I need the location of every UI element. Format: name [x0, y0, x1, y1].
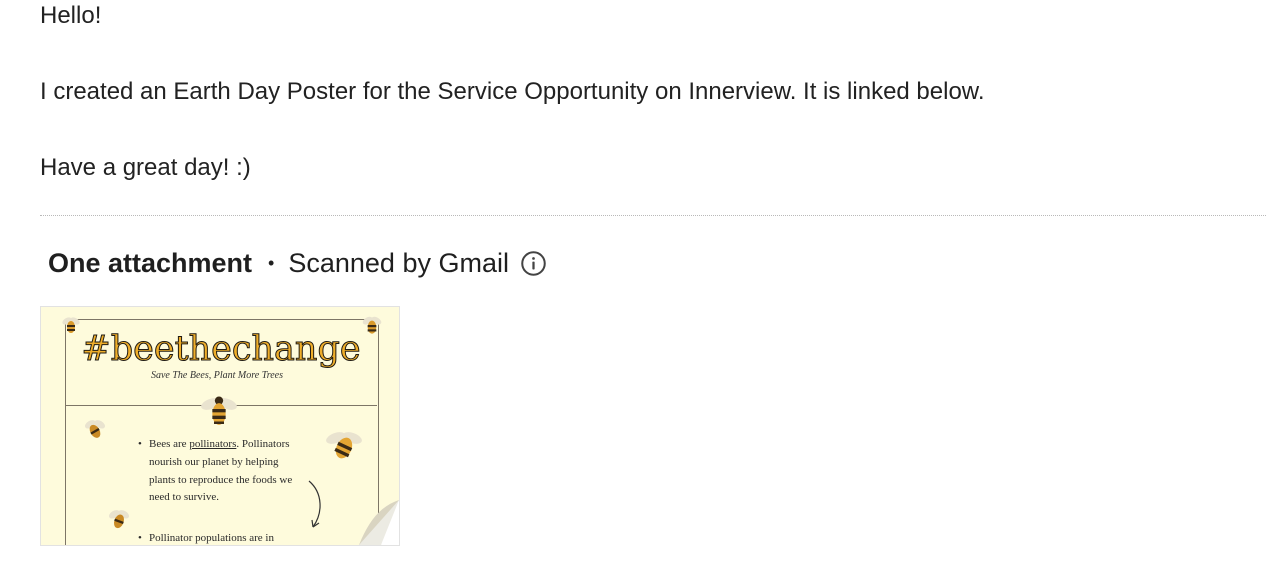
pollinators-link-text: pollinators: [189, 438, 237, 450]
bee-icon: [326, 432, 362, 459]
bullet-2-text: Pollinator populations are in: [149, 532, 274, 544]
separator-dot: •: [268, 252, 275, 273]
info-icon[interactable]: [520, 250, 547, 277]
poster-heading: #beethechange: [81, 329, 361, 370]
bee-icon: [84, 420, 106, 438]
bee-icon: [362, 316, 382, 334]
bee-icon: [201, 396, 237, 425]
email-greeting: Hello!: [40, 2, 102, 29]
bullet-symbol: •: [138, 532, 142, 544]
bee-icon: [62, 317, 80, 333]
poster-subheading: Save The Bees, Plant More Trees: [150, 370, 283, 381]
poster-bullet-2: • Pollinator populations are in: [138, 532, 274, 544]
page-curl-icon: [359, 500, 399, 545]
email-closing: Have a great day! :): [40, 154, 251, 181]
scanned-by-gmail-label: Scanned by Gmail: [288, 247, 509, 278]
bee-icon: [108, 510, 130, 529]
email-body-line: I created an Earth Day Poster for the Se…: [40, 78, 985, 105]
attachments-header: One attachment • Scanned by Gmail: [48, 246, 547, 280]
bullet-1-prefix: Bees are: [149, 438, 190, 450]
attachments-divider: [40, 215, 1266, 216]
bullet-symbol: •: [138, 438, 142, 450]
attachments-count-label: One attachment: [48, 247, 253, 278]
poster-bullet-1: • Bees are pollinators. Pollinators nour…: [138, 436, 299, 507]
attachment-thumbnail[interactable]: #beethechange Save The Bees, Plant More …: [40, 306, 400, 546]
